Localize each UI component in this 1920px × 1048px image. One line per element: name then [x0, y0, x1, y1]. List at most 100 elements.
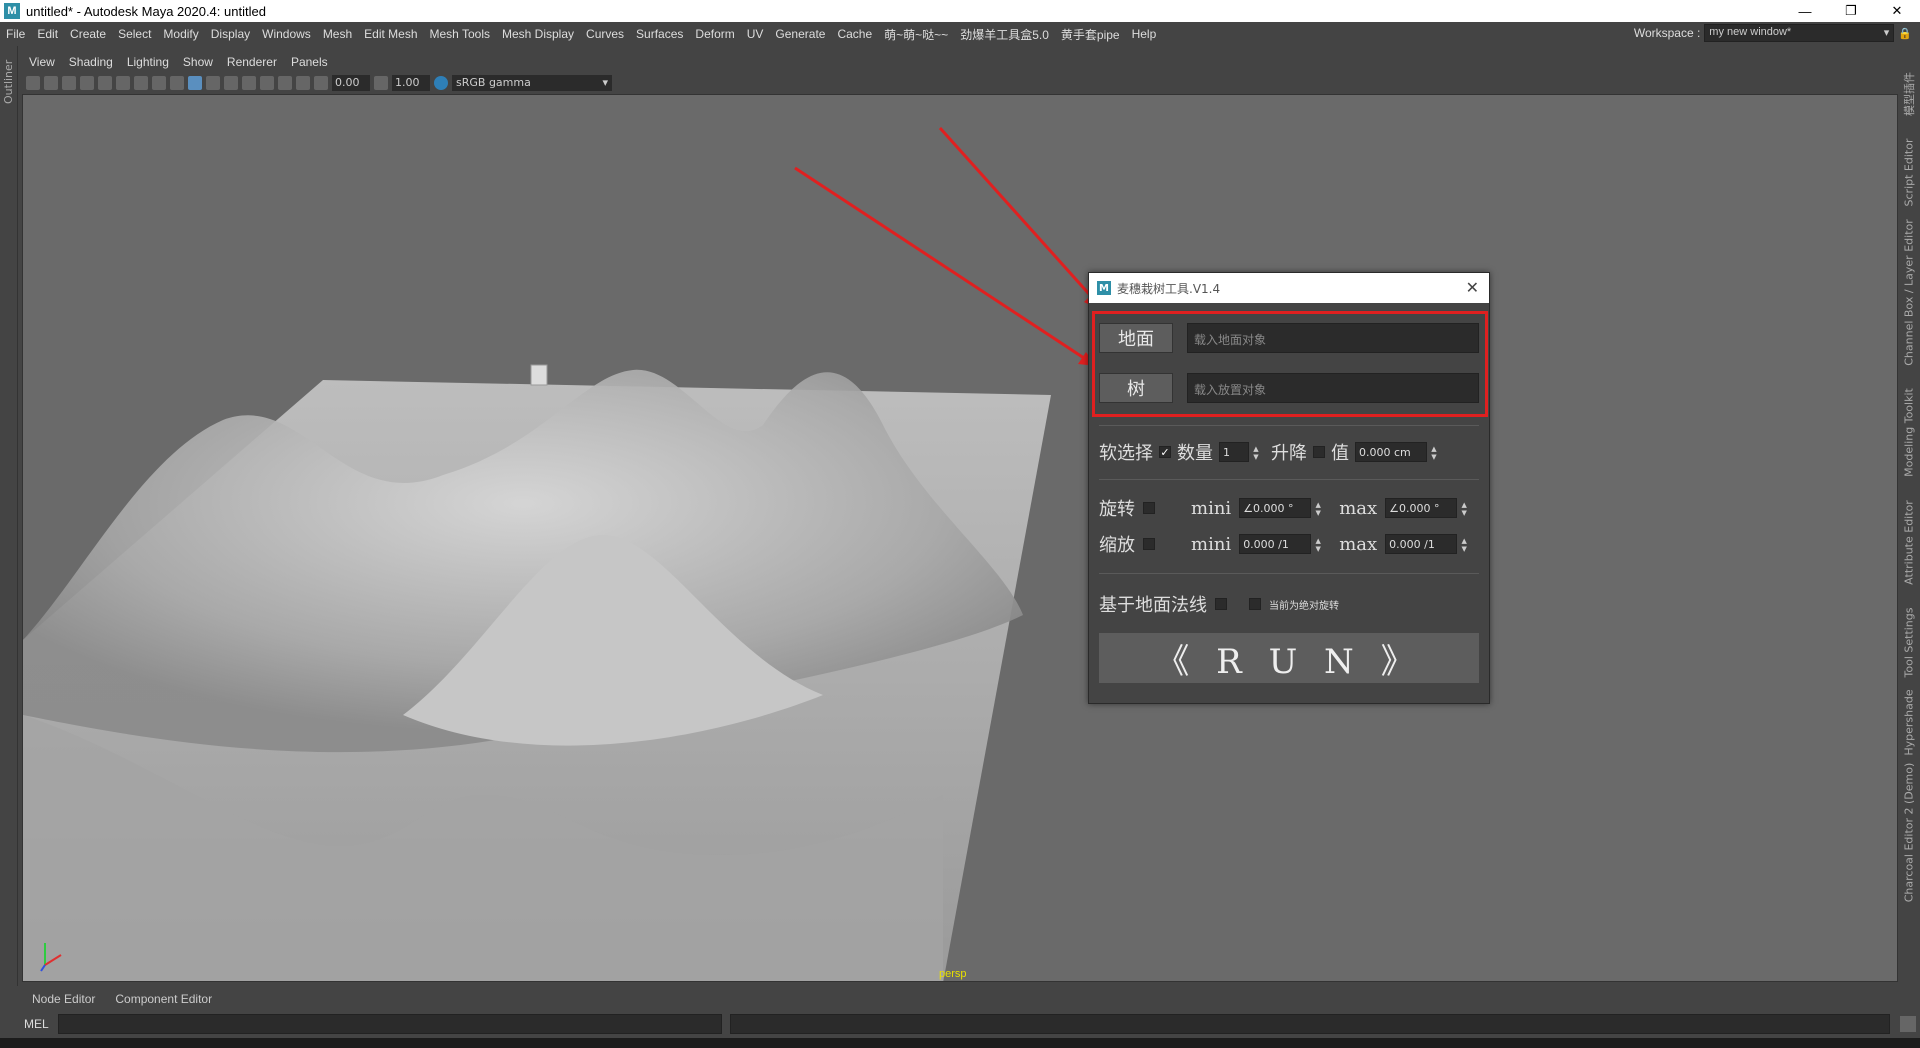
- textured-icon[interactable]: [206, 76, 220, 90]
- menu-custom-2[interactable]: 劲爆羊工具盒5.0: [954, 26, 1055, 43]
- rotate-max-field[interactable]: ∠0.000 ° ▲ ▼: [1385, 498, 1467, 518]
- bookmark-icon[interactable]: [62, 76, 76, 90]
- spin-arrows-icon[interactable]: ▲ ▼: [1428, 443, 1440, 463]
- safe-action-icon[interactable]: [152, 76, 166, 90]
- menu-display[interactable]: Display: [205, 27, 256, 41]
- script-editor-icon[interactable]: [1900, 1016, 1916, 1032]
- gamma-icon[interactable]: [374, 76, 388, 90]
- divider: [1099, 425, 1479, 426]
- menu-deform[interactable]: Deform: [689, 27, 740, 41]
- tab-plugin[interactable]: 模型插件: [1901, 72, 1917, 116]
- scale-checkbox[interactable]: [1143, 538, 1155, 550]
- soft-select-checkbox[interactable]: ✓: [1159, 446, 1171, 459]
- maximize-button[interactable]: ❐: [1828, 0, 1874, 22]
- resolution-gate-icon[interactable]: [134, 76, 148, 90]
- panel-menu-lighting[interactable]: Lighting: [120, 55, 176, 69]
- absolute-rotate-checkbox[interactable]: [1249, 598, 1261, 610]
- workspace-dropdown[interactable]: my new window* ▾: [1704, 24, 1895, 42]
- smooth-shade-icon[interactable]: [188, 76, 202, 90]
- minimize-button[interactable]: —: [1782, 0, 1828, 22]
- tab-modeling-toolkit[interactable]: Modeling Toolkit: [1903, 388, 1916, 477]
- gamma-field[interactable]: 1.00: [392, 75, 430, 91]
- menu-file[interactable]: File: [0, 27, 31, 41]
- tab-attribute-editor[interactable]: Attribute Editor: [1903, 500, 1916, 585]
- taskbar: [0, 1038, 1920, 1048]
- spin-arrows-icon[interactable]: ▲ ▼: [1312, 499, 1324, 519]
- scale-min-field[interactable]: 0.000 /1 ▲ ▼: [1239, 534, 1321, 554]
- spin-arrows-icon[interactable]: ▲ ▼: [1458, 535, 1470, 555]
- viewport-persp[interactable]: persp: [22, 94, 1898, 982]
- ground-object-field[interactable]: 载入地面对象: [1187, 323, 1479, 353]
- camera-attributes-icon[interactable]: [44, 76, 58, 90]
- menu-edit[interactable]: Edit: [31, 27, 64, 41]
- menu-create[interactable]: Create: [64, 27, 112, 41]
- film-gate-icon[interactable]: [116, 76, 130, 90]
- tab-tool-settings[interactable]: Tool Settings: [1903, 608, 1916, 678]
- exposure-field[interactable]: 0.00: [332, 75, 370, 91]
- maya-logo-icon: M: [1097, 281, 1111, 295]
- tab-hypershade[interactable]: Hypershade: [1903, 689, 1916, 755]
- isolate-select-icon[interactable]: [278, 76, 292, 90]
- count-field[interactable]: 1 ▲ ▼: [1219, 442, 1259, 462]
- ground-normal-checkbox[interactable]: [1215, 598, 1227, 610]
- shadows-icon[interactable]: [242, 76, 256, 90]
- menu-generate[interactable]: Generate: [769, 27, 831, 41]
- panel-menu-view[interactable]: View: [22, 55, 62, 69]
- panel-menu-panels[interactable]: Panels: [284, 55, 335, 69]
- menu-cache[interactable]: Cache: [831, 27, 878, 41]
- wireframe-icon[interactable]: [170, 76, 184, 90]
- scale-min-value: 0.000 /1: [1243, 537, 1289, 551]
- menu-curves[interactable]: Curves: [580, 27, 630, 41]
- ambient-occlusion-icon[interactable]: [260, 76, 274, 90]
- menu-uv[interactable]: UV: [741, 27, 770, 41]
- main-menubar: File Edit Create Select Modify Display W…: [0, 22, 1920, 46]
- panel-menu-renderer[interactable]: Renderer: [220, 55, 284, 69]
- spin-arrows-icon[interactable]: ▲ ▼: [1458, 499, 1470, 519]
- run-button[interactable]: 《 R U N 》: [1099, 633, 1479, 683]
- mel-label[interactable]: MEL: [0, 1017, 58, 1031]
- mel-input[interactable]: [58, 1014, 722, 1034]
- menu-windows[interactable]: Windows: [256, 27, 317, 41]
- tab-channel-box[interactable]: Channel Box / Layer Editor: [1903, 219, 1916, 366]
- color-management-icon[interactable]: [434, 76, 448, 90]
- menu-select[interactable]: Select: [112, 27, 157, 41]
- grid-icon[interactable]: [98, 76, 112, 90]
- tree-object-field[interactable]: 载入放置对象: [1187, 373, 1479, 403]
- lock-icon[interactable]: 🔒: [1898, 27, 1912, 40]
- load-tree-button[interactable]: 树: [1099, 373, 1173, 403]
- panel-menu-show[interactable]: Show: [176, 55, 220, 69]
- rotate-min-field[interactable]: ∠0.000 ° ▲ ▼: [1239, 498, 1321, 518]
- raise-checkbox[interactable]: [1313, 446, 1325, 458]
- tab-component-editor[interactable]: Component Editor: [105, 992, 222, 1006]
- close-button[interactable]: ✕: [1874, 0, 1920, 22]
- menu-mesh-tools[interactable]: Mesh Tools: [424, 27, 496, 41]
- tab-node-editor[interactable]: Node Editor: [22, 992, 105, 1006]
- image-plane-icon[interactable]: [80, 76, 94, 90]
- scale-max-label: max: [1339, 533, 1378, 555]
- load-ground-button[interactable]: 地面: [1099, 323, 1173, 353]
- menu-custom-1[interactable]: 萌~萌~哒~~: [878, 26, 954, 43]
- menu-edit-mesh[interactable]: Edit Mesh: [358, 27, 423, 41]
- menu-custom-3[interactable]: 黄手套pipe: [1055, 26, 1126, 43]
- color-space-dropdown[interactable]: sRGB gamma ▾: [452, 75, 612, 91]
- spin-arrows-icon[interactable]: ▲ ▼: [1312, 535, 1324, 555]
- panel-menu-shading[interactable]: Shading: [62, 55, 120, 69]
- menu-help[interactable]: Help: [1126, 27, 1163, 41]
- value-field[interactable]: 0.000 cm ▲ ▼: [1355, 442, 1437, 462]
- tool-close-button[interactable]: ✕: [1466, 278, 1479, 297]
- title-bar: M untitled* - Autodesk Maya 2020.4: unti…: [0, 0, 1920, 22]
- menu-mesh-display[interactable]: Mesh Display: [496, 27, 580, 41]
- xray-icon[interactable]: [296, 76, 310, 90]
- tab-charcoal-editor[interactable]: Charcoal Editor 2 (Demo): [1903, 763, 1916, 903]
- menu-surfaces[interactable]: Surfaces: [630, 27, 689, 41]
- menu-modify[interactable]: Modify: [157, 27, 204, 41]
- tab-script-editor[interactable]: Script Editor: [1903, 139, 1916, 207]
- spin-arrows-icon[interactable]: ▲ ▼: [1250, 443, 1262, 463]
- outliner-tab[interactable]: Outliner: [2, 60, 15, 104]
- camera-icon[interactable]: [26, 76, 40, 90]
- rotate-checkbox[interactable]: [1143, 502, 1155, 514]
- exposure-icon[interactable]: [314, 76, 328, 90]
- lights-icon[interactable]: [224, 76, 238, 90]
- menu-mesh[interactable]: Mesh: [317, 27, 358, 41]
- scale-max-field[interactable]: 0.000 /1 ▲ ▼: [1385, 534, 1467, 554]
